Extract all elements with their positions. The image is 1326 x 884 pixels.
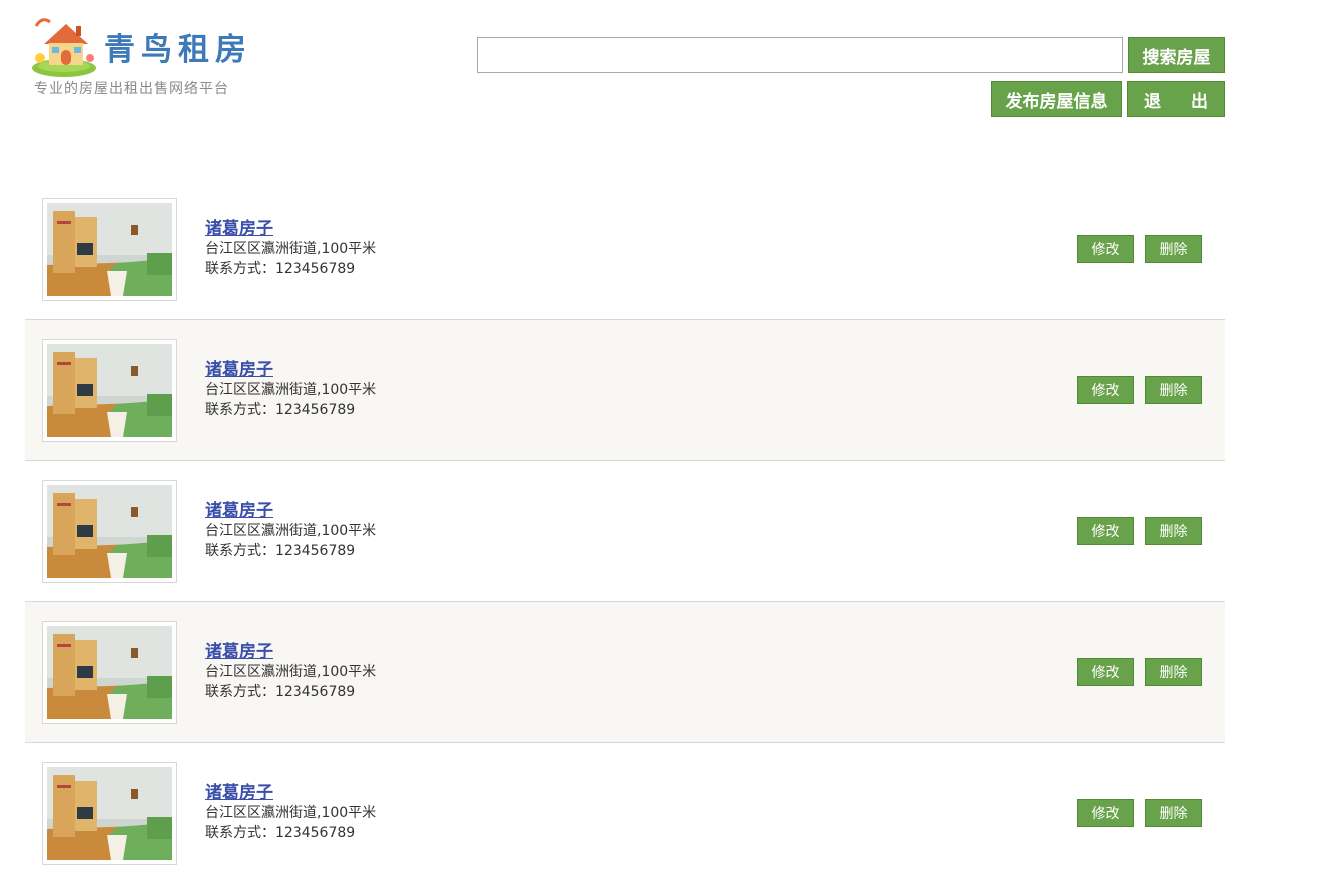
publish-house-button[interactable]: 发布房屋信息	[991, 81, 1122, 117]
room-photo-image	[47, 344, 172, 437]
house-list-item: 诸葛房子 台江区区瀛洲街道,100平米 联系方式：123456789 修改 删除	[25, 743, 1225, 884]
house-contact: 联系方式：123456789	[205, 684, 356, 700]
search-houses-button[interactable]: 搜索房屋	[1128, 37, 1225, 73]
logo-slogan: 专业的房屋出租出售网络平台	[34, 81, 229, 97]
house-thumbnail[interactable]	[42, 762, 177, 865]
house-thumbnail[interactable]	[42, 339, 177, 442]
delete-button[interactable]: 删除	[1145, 235, 1202, 263]
house-thumbnail[interactable]	[42, 198, 177, 301]
house-thumbnail[interactable]	[42, 621, 177, 724]
house-address: 台江区区瀛洲街道,100平米	[205, 382, 377, 398]
room-photo-image	[47, 203, 172, 296]
house-thumbnail[interactable]	[42, 480, 177, 583]
edit-button[interactable]: 修改	[1077, 658, 1134, 686]
delete-button[interactable]: 删除	[1145, 658, 1202, 686]
house-contact: 联系方式：123456789	[205, 261, 356, 277]
room-photo-image	[47, 485, 172, 578]
house-title-link[interactable]: 诸葛房子	[205, 501, 376, 521]
site-logo[interactable]: 青鸟租房 专业的房屋出租出售网络平台	[30, 14, 270, 104]
house-address: 台江区区瀛洲街道,100平米	[205, 523, 377, 539]
edit-button[interactable]: 修改	[1077, 517, 1134, 545]
house-contact: 联系方式：123456789	[205, 543, 356, 559]
room-photo-image	[47, 767, 172, 860]
edit-button[interactable]: 修改	[1077, 376, 1134, 404]
logout-button[interactable]: 退出	[1127, 81, 1225, 117]
edit-button[interactable]: 修改	[1077, 235, 1134, 263]
house-title-link[interactable]: 诸葛房子	[205, 783, 376, 803]
house-contact: 联系方式：123456789	[205, 402, 356, 418]
house-address: 台江区区瀛洲街道,100平米	[205, 664, 377, 680]
search-input[interactable]	[477, 37, 1123, 73]
delete-button[interactable]: 删除	[1145, 799, 1202, 827]
house-title-link[interactable]: 诸葛房子	[205, 642, 376, 662]
house-list-item: 诸葛房子 台江区区瀛洲街道,100平米 联系方式：123456789 修改 删除	[25, 179, 1225, 320]
house-list-item: 诸葛房子 台江区区瀛洲街道,100平米 联系方式：123456789 修改 删除	[25, 602, 1225, 743]
house-list-item: 诸葛房子 台江区区瀛洲街道,100平米 联系方式：123456789 修改 删除	[25, 461, 1225, 602]
room-photo-image	[47, 626, 172, 719]
delete-button[interactable]: 删除	[1145, 376, 1202, 404]
house-list-item: 诸葛房子 台江区区瀛洲街道,100平米 联系方式：123456789 修改 删除	[25, 320, 1225, 461]
house-logo-icon	[32, 18, 96, 77]
house-address: 台江区区瀛洲街道,100平米	[205, 241, 377, 257]
logo-title: 青鸟租房	[104, 32, 252, 68]
edit-button[interactable]: 修改	[1077, 799, 1134, 827]
house-list: 诸葛房子 台江区区瀛洲街道,100平米 联系方式：123456789 修改 删除	[25, 179, 1225, 884]
house-title-link[interactable]: 诸葛房子	[205, 219, 376, 239]
house-contact: 联系方式：123456789	[205, 825, 356, 841]
house-title-link[interactable]: 诸葛房子	[205, 360, 376, 380]
delete-button[interactable]: 删除	[1145, 517, 1202, 545]
house-address: 台江区区瀛洲街道,100平米	[205, 805, 377, 821]
